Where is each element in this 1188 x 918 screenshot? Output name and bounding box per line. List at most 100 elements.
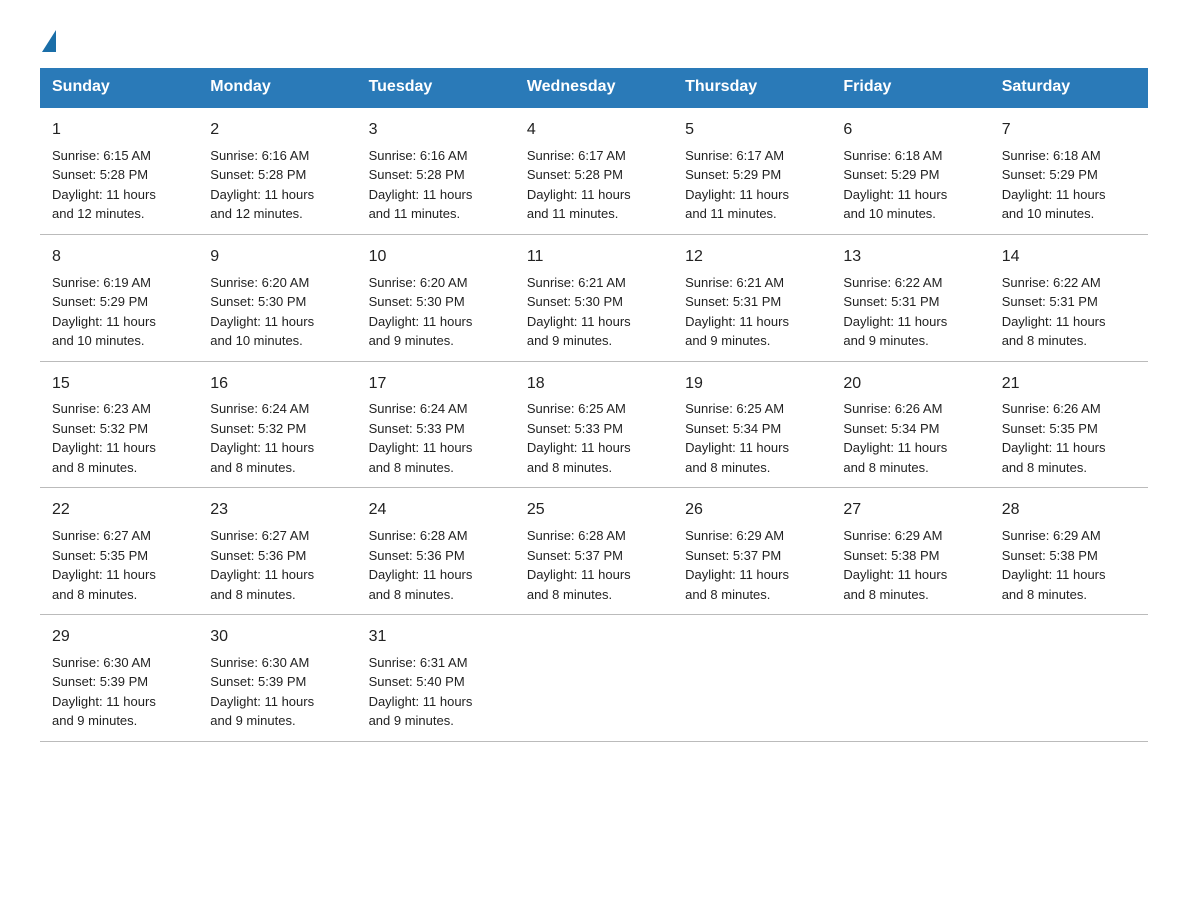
weekday-header: Monday <box>198 68 356 107</box>
day-info: Sunrise: 6:25 AMSunset: 5:34 PMDaylight:… <box>685 399 819 477</box>
calendar-cell: 2 Sunrise: 6:16 AMSunset: 5:28 PMDaylight… <box>198 107 356 234</box>
day-info: Sunrise: 6:31 AMSunset: 5:40 PMDaylight:… <box>369 653 503 731</box>
day-number: 1 <box>52 118 186 143</box>
weekday-header: Wednesday <box>515 68 673 107</box>
calendar-cell: 24 Sunrise: 6:28 AMSunset: 5:36 PMDayligh… <box>357 488 515 615</box>
weekday-header: Sunday <box>40 68 198 107</box>
calendar-cell: 10Sunrise: 6:20 AMSunset: 5:30 PMDayligh… <box>357 234 515 361</box>
day-info: Sunrise: 6:26 AMSunset: 5:35 PMDaylight:… <box>1002 399 1136 477</box>
calendar-cell: 8 Sunrise: 6:19 AMSunset: 5:29 PMDaylight… <box>40 234 198 361</box>
day-number: 2 <box>210 118 344 143</box>
calendar-cell: 13 Sunrise: 6:22 AMSunset: 5:31 PMDayligh… <box>831 234 989 361</box>
calendar-cell: 22 Sunrise: 6:27 AMSunset: 5:35 PMDayligh… <box>40 488 198 615</box>
day-number: 11 <box>527 245 661 270</box>
weekday-header: Saturday <box>990 68 1148 107</box>
calendar-header-row: SundayMondayTuesdayWednesdayThursdayFrid… <box>40 68 1148 107</box>
day-number: 25 <box>527 498 661 523</box>
day-number: 6 <box>843 118 977 143</box>
calendar-cell: 31 Sunrise: 6:31 AMSunset: 5:40 PMDayligh… <box>357 615 515 742</box>
day-info: Sunrise: 6:19 AMSunset: 5:29 PMDaylight:… <box>52 273 186 351</box>
calendar-cell: 16Sunrise: 6:24 AMSunset: 5:32 PMDayligh… <box>198 361 356 488</box>
day-info: Sunrise: 6:17 AMSunset: 5:28 PMDaylight:… <box>527 146 661 224</box>
calendar-cell: 5Sunrise: 6:17 AMSunset: 5:29 PMDaylight… <box>673 107 831 234</box>
day-number: 29 <box>52 625 186 650</box>
weekday-header: Friday <box>831 68 989 107</box>
calendar-week-row: 15Sunrise: 6:23 AMSunset: 5:32 PMDayligh… <box>40 361 1148 488</box>
calendar-cell: 19Sunrise: 6:25 AMSunset: 5:34 PMDayligh… <box>673 361 831 488</box>
day-number: 17 <box>369 372 503 397</box>
calendar-cell: 14Sunrise: 6:22 AMSunset: 5:31 PMDayligh… <box>990 234 1148 361</box>
day-number: 9 <box>210 245 344 270</box>
day-info: Sunrise: 6:27 AMSunset: 5:36 PMDaylight:… <box>210 526 344 604</box>
day-number: 3 <box>369 118 503 143</box>
day-info: Sunrise: 6:26 AMSunset: 5:34 PMDaylight:… <box>843 399 977 477</box>
calendar-cell <box>673 615 831 742</box>
calendar-cell: 18Sunrise: 6:25 AMSunset: 5:33 PMDayligh… <box>515 361 673 488</box>
day-info: Sunrise: 6:30 AMSunset: 5:39 PMDaylight:… <box>52 653 186 731</box>
calendar-cell: 28Sunrise: 6:29 AMSunset: 5:38 PMDayligh… <box>990 488 1148 615</box>
day-number: 21 <box>1002 372 1136 397</box>
calendar-cell <box>831 615 989 742</box>
day-info: Sunrise: 6:28 AMSunset: 5:37 PMDaylight:… <box>527 526 661 604</box>
calendar-cell: 27Sunrise: 6:29 AMSunset: 5:38 PMDayligh… <box>831 488 989 615</box>
calendar-cell: 17Sunrise: 6:24 AMSunset: 5:33 PMDayligh… <box>357 361 515 488</box>
day-number: 13 <box>843 245 977 270</box>
calendar-cell: 26Sunrise: 6:29 AMSunset: 5:37 PMDayligh… <box>673 488 831 615</box>
calendar-cell: 1 Sunrise: 6:15 AMSunset: 5:28 PMDaylight… <box>40 107 198 234</box>
day-info: Sunrise: 6:28 AMSunset: 5:36 PMDaylight:… <box>369 526 503 604</box>
day-number: 31 <box>369 625 503 650</box>
day-info: Sunrise: 6:20 AMSunset: 5:30 PMDaylight:… <box>210 273 344 351</box>
day-info: Sunrise: 6:27 AMSunset: 5:35 PMDaylight:… <box>52 526 186 604</box>
day-info: Sunrise: 6:23 AMSunset: 5:32 PMDaylight:… <box>52 399 186 477</box>
day-number: 20 <box>843 372 977 397</box>
day-info: Sunrise: 6:21 AMSunset: 5:31 PMDaylight:… <box>685 273 819 351</box>
calendar-cell: 20Sunrise: 6:26 AMSunset: 5:34 PMDayligh… <box>831 361 989 488</box>
calendar-cell: 11 Sunrise: 6:21 AMSunset: 5:30 PMDayligh… <box>515 234 673 361</box>
day-number: 15 <box>52 372 186 397</box>
day-number: 16 <box>210 372 344 397</box>
day-number: 7 <box>1002 118 1136 143</box>
calendar-week-row: 22 Sunrise: 6:27 AMSunset: 5:35 PMDayligh… <box>40 488 1148 615</box>
day-info: Sunrise: 6:24 AMSunset: 5:33 PMDaylight:… <box>369 399 503 477</box>
day-info: Sunrise: 6:21 AMSunset: 5:30 PMDaylight:… <box>527 273 661 351</box>
day-number: 14 <box>1002 245 1136 270</box>
day-info: Sunrise: 6:16 AMSunset: 5:28 PMDaylight:… <box>210 146 344 224</box>
day-number: 24 <box>369 498 503 523</box>
calendar-cell: 9 Sunrise: 6:20 AMSunset: 5:30 PMDaylight… <box>198 234 356 361</box>
calendar-cell: 3 Sunrise: 6:16 AMSunset: 5:28 PMDaylight… <box>357 107 515 234</box>
logo <box>40 30 58 48</box>
day-info: Sunrise: 6:20 AMSunset: 5:30 PMDaylight:… <box>369 273 503 351</box>
calendar-cell: 29 Sunrise: 6:30 AMSunset: 5:39 PMDayligh… <box>40 615 198 742</box>
day-number: 18 <box>527 372 661 397</box>
calendar-cell: 30 Sunrise: 6:30 AMSunset: 5:39 PMDayligh… <box>198 615 356 742</box>
calendar-table: SundayMondayTuesdayWednesdayThursdayFrid… <box>40 68 1148 742</box>
day-number: 22 <box>52 498 186 523</box>
calendar-cell: 15Sunrise: 6:23 AMSunset: 5:32 PMDayligh… <box>40 361 198 488</box>
day-number: 4 <box>527 118 661 143</box>
weekday-header: Thursday <box>673 68 831 107</box>
calendar-cell: 4 Sunrise: 6:17 AMSunset: 5:28 PMDaylight… <box>515 107 673 234</box>
weekday-header: Tuesday <box>357 68 515 107</box>
calendar-week-row: 8 Sunrise: 6:19 AMSunset: 5:29 PMDaylight… <box>40 234 1148 361</box>
day-number: 30 <box>210 625 344 650</box>
day-number: 23 <box>210 498 344 523</box>
day-number: 12 <box>685 245 819 270</box>
calendar-week-row: 1 Sunrise: 6:15 AMSunset: 5:28 PMDaylight… <box>40 107 1148 234</box>
day-info: Sunrise: 6:15 AMSunset: 5:28 PMDaylight:… <box>52 146 186 224</box>
day-info: Sunrise: 6:18 AMSunset: 5:29 PMDaylight:… <box>1002 146 1136 224</box>
day-info: Sunrise: 6:25 AMSunset: 5:33 PMDaylight:… <box>527 399 661 477</box>
day-number: 19 <box>685 372 819 397</box>
day-info: Sunrise: 6:29 AMSunset: 5:38 PMDaylight:… <box>1002 526 1136 604</box>
day-info: Sunrise: 6:22 AMSunset: 5:31 PMDaylight:… <box>843 273 977 351</box>
calendar-cell <box>515 615 673 742</box>
calendar-cell: 12 Sunrise: 6:21 AMSunset: 5:31 PMDayligh… <box>673 234 831 361</box>
calendar-cell: 23 Sunrise: 6:27 AMSunset: 5:36 PMDayligh… <box>198 488 356 615</box>
logo-triangle-icon <box>42 30 56 52</box>
calendar-cell: 7 Sunrise: 6:18 AMSunset: 5:29 PMDaylight… <box>990 107 1148 234</box>
day-info: Sunrise: 6:30 AMSunset: 5:39 PMDaylight:… <box>210 653 344 731</box>
day-number: 26 <box>685 498 819 523</box>
day-number: 8 <box>52 245 186 270</box>
day-info: Sunrise: 6:16 AMSunset: 5:28 PMDaylight:… <box>369 146 503 224</box>
calendar-cell: 21Sunrise: 6:26 AMSunset: 5:35 PMDayligh… <box>990 361 1148 488</box>
day-info: Sunrise: 6:18 AMSunset: 5:29 PMDaylight:… <box>843 146 977 224</box>
